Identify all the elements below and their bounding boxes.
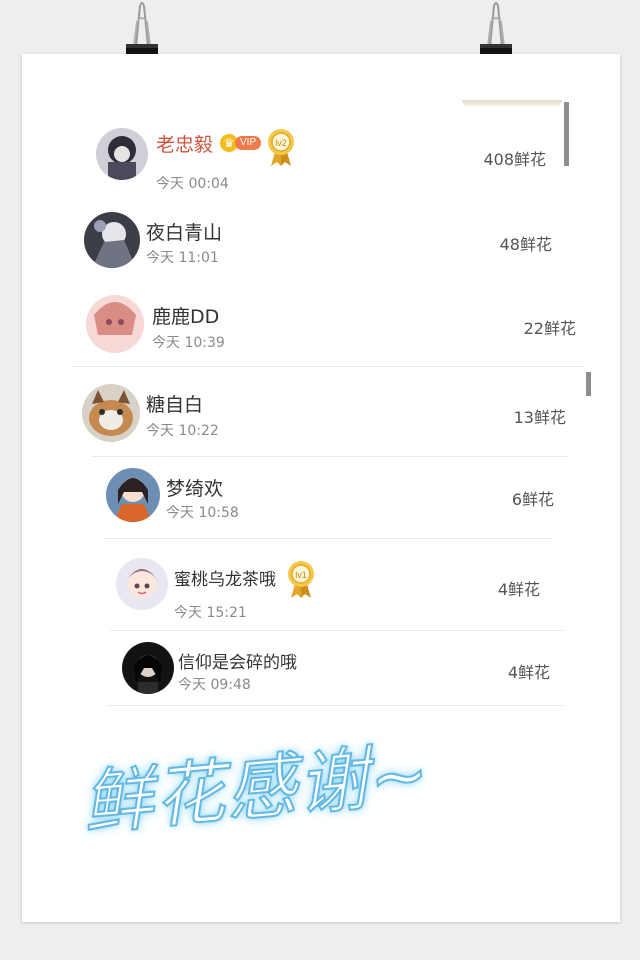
avatar[interactable]: [86, 295, 144, 353]
divider: [104, 538, 552, 539]
vip-label: VIP: [235, 136, 262, 150]
scrollbar-top[interactable]: [564, 102, 569, 166]
avatar[interactable]: [122, 642, 174, 694]
flower-count: 48鲜花: [499, 235, 552, 254]
user-name[interactable]: 梦绮欢: [166, 474, 223, 501]
time-label: 今天 15:21: [174, 605, 247, 621]
avatar[interactable]: [82, 384, 140, 442]
torn-edge: [462, 100, 562, 106]
divider: [110, 630, 564, 631]
user-name[interactable]: 糖自白: [146, 390, 203, 417]
avatar[interactable]: [96, 128, 148, 180]
level-text: lv1: [295, 570, 307, 580]
user-name[interactable]: 夜白青山: [146, 218, 222, 245]
user-name[interactable]: 老忠毅: [156, 130, 213, 157]
medal-icon: lv2: [266, 126, 296, 168]
user-name[interactable]: 蜜桃乌龙茶哦: [174, 565, 276, 590]
divider: [106, 705, 564, 706]
flower-count: 13鲜花: [513, 408, 566, 427]
time-label: 今天 00:04: [156, 176, 229, 192]
flower-count: 408鲜花: [483, 150, 546, 169]
user-name[interactable]: 鹿鹿DD: [152, 302, 219, 329]
flower-count: 4鲜花: [497, 580, 540, 599]
level-text: lv2: [275, 138, 287, 148]
flower-count: 4鲜花: [507, 663, 550, 682]
time-label: 今天 10:58: [166, 505, 239, 521]
avatar[interactable]: [116, 558, 168, 610]
user-name[interactable]: 信仰是会碎的哦: [178, 648, 297, 673]
divider: [92, 456, 568, 457]
medal-icon: lv1: [286, 558, 316, 600]
avatar[interactable]: [84, 212, 140, 268]
avatar[interactable]: [106, 468, 160, 522]
time-label: 今天 10:22: [146, 423, 219, 439]
flower-count: 22鲜花: [523, 319, 576, 338]
vip-badge: ♛ VIP: [220, 134, 262, 152]
time-label: 今天 10:39: [152, 335, 225, 351]
time-label: 今天 09:48: [178, 677, 251, 693]
time-label: 今天 11:01: [146, 250, 219, 266]
scrollbar-middle[interactable]: [586, 372, 591, 396]
flower-count: 6鲜花: [511, 490, 554, 509]
divider: [72, 366, 584, 367]
